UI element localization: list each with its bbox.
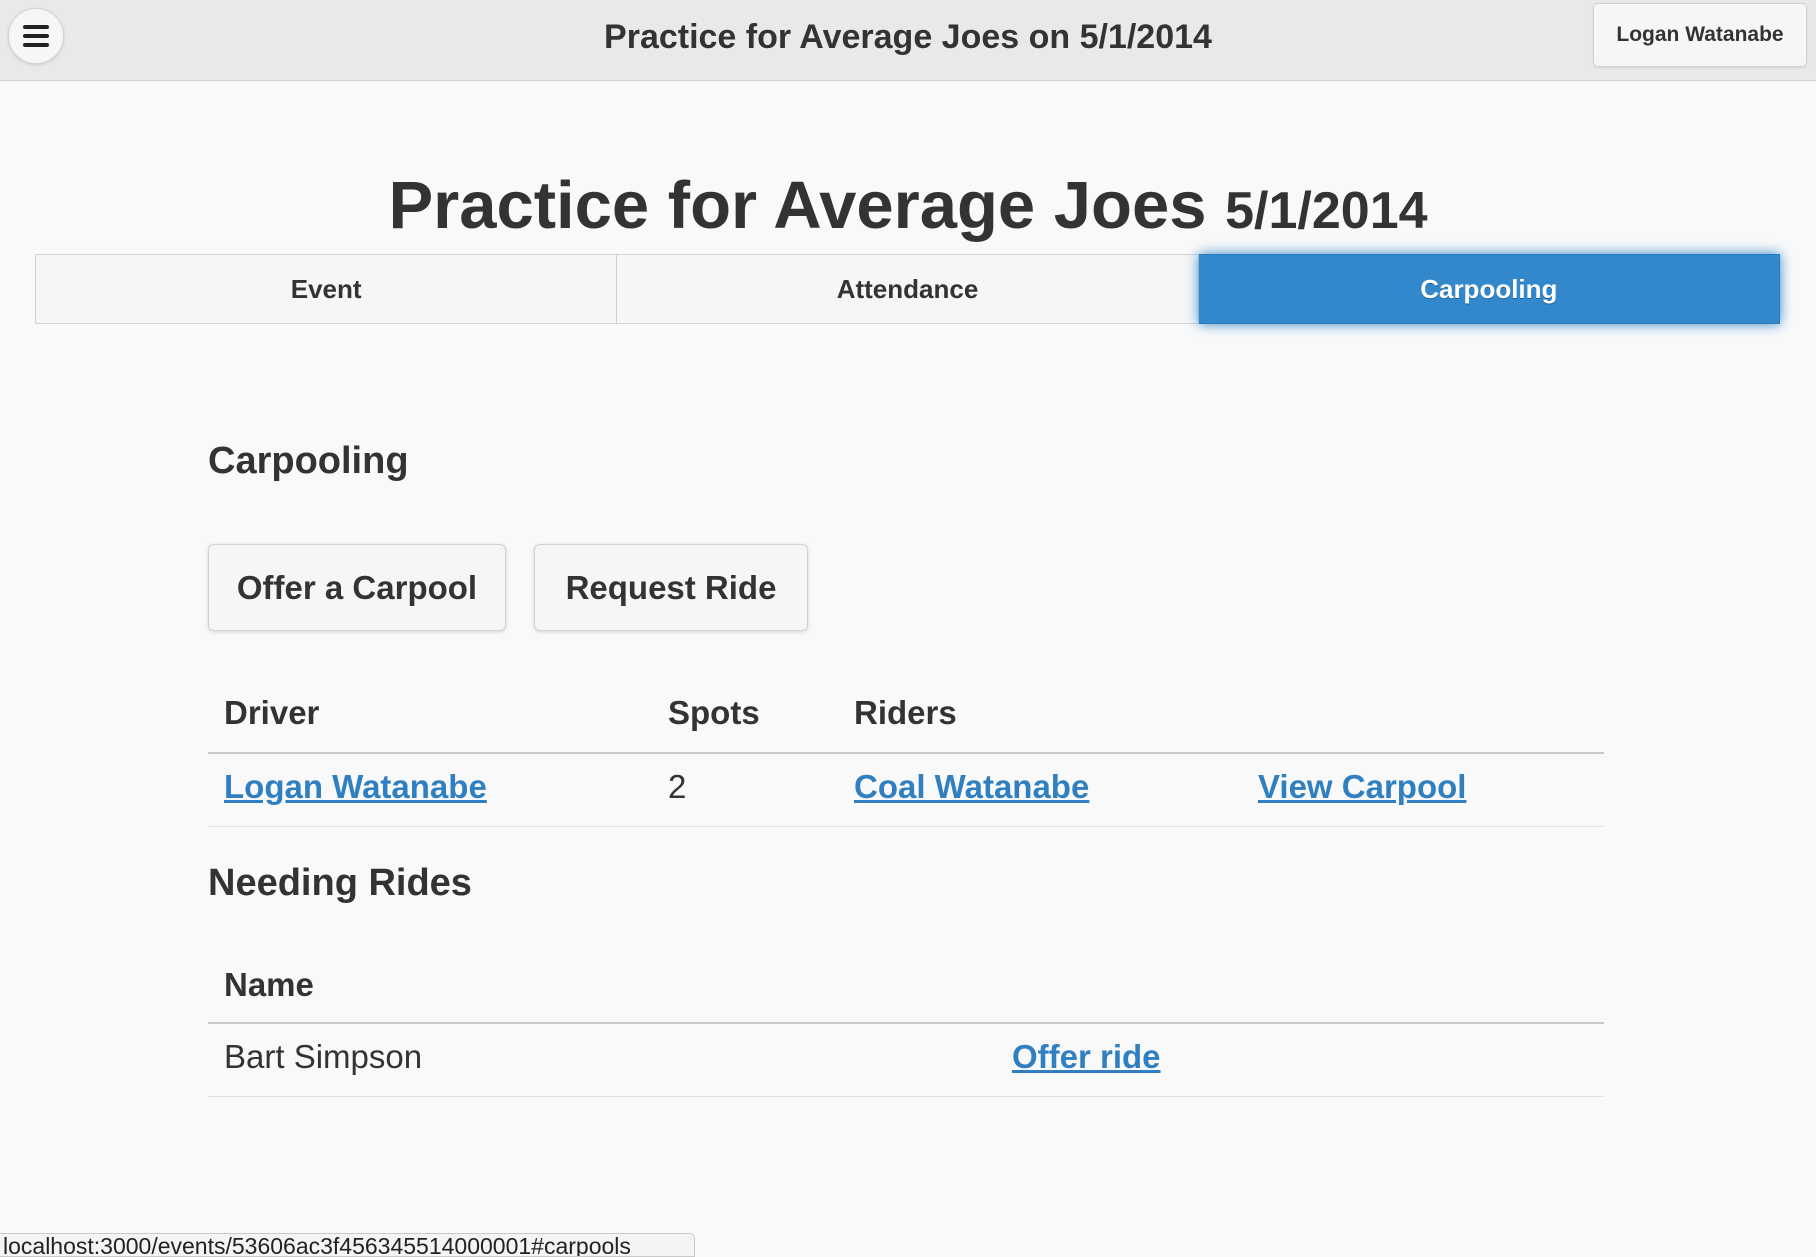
table-row: Bart Simpson Offer ride [208, 1024, 1604, 1097]
column-header-name: Name [224, 966, 314, 1003]
user-account-button[interactable]: Logan Watanabe [1593, 3, 1807, 67]
menu-bar [23, 43, 49, 47]
needing-rides-table-header: Name [208, 950, 1604, 1024]
tab-event[interactable]: Event [35, 254, 618, 324]
rider-name: Bart Simpson [224, 1038, 423, 1075]
offer-carpool-button[interactable]: Offer a Carpool [208, 544, 506, 631]
carpooling-section-title: Carpooling [208, 440, 409, 482]
page-title-text: Practice for Average Joes [388, 168, 1207, 243]
rider-link[interactable]: Coal Watanabe [854, 768, 1089, 806]
tab-bar: Event Attendance Carpooling [35, 254, 1780, 324]
request-ride-button[interactable]: Request Ride [534, 544, 808, 631]
page-title-date: 5/1/2014 [1225, 182, 1428, 240]
tab-attendance[interactable]: Attendance [617, 254, 1199, 324]
menu-bar [23, 34, 49, 38]
carpool-table-header: Driver Spots Riders [208, 680, 1604, 754]
status-bar-url: localhost:3000/events/53606ac3f456345514… [0, 1233, 695, 1257]
table-row: Logan Watanabe 2 Coal Watanabe View Carp… [208, 754, 1604, 827]
hamburger-menu-icon[interactable] [8, 8, 64, 64]
needing-rides-section-title: Needing Rides [208, 862, 472, 904]
header-bar: Practice for Average Joes on 5/1/2014 Lo… [0, 0, 1816, 81]
menu-bar [23, 25, 49, 29]
page-title: Practice for Average Joes 5/1/2014 [0, 166, 1816, 251]
tab-carpooling[interactable]: Carpooling [1198, 254, 1780, 324]
spots-value: 2 [668, 768, 687, 805]
column-header-driver: Driver [224, 694, 320, 731]
header-title: Practice for Average Joes on 5/1/2014 [604, 18, 1212, 56]
column-header-spots: Spots [668, 694, 760, 731]
column-header-riders: Riders [854, 694, 957, 731]
driver-link[interactable]: Logan Watanabe [224, 768, 487, 806]
offer-ride-link[interactable]: Offer ride [1012, 1038, 1161, 1076]
view-carpool-link[interactable]: View Carpool [1258, 768, 1466, 806]
